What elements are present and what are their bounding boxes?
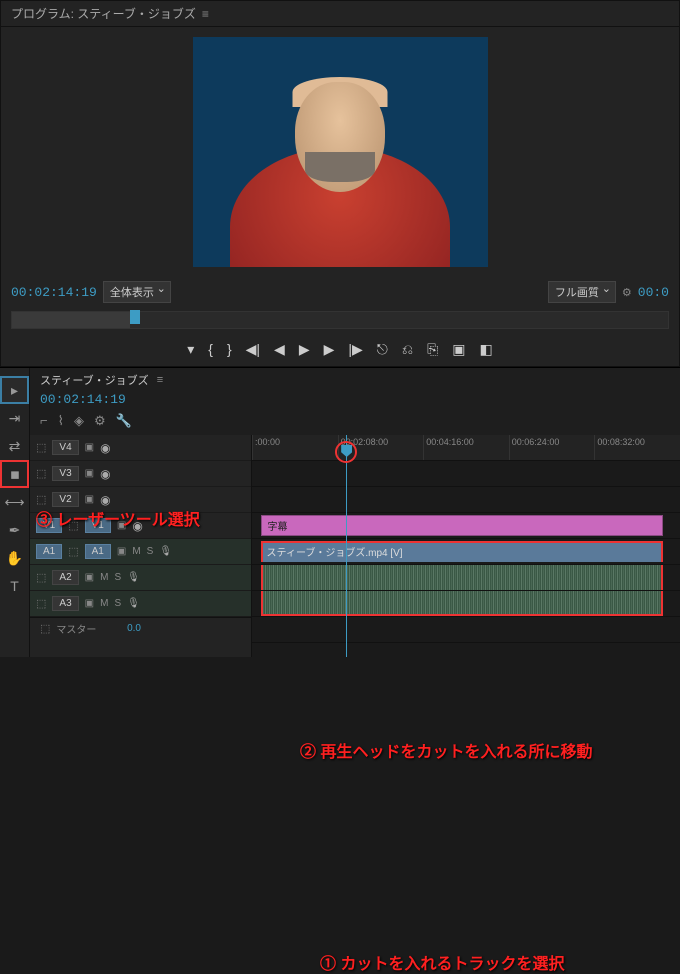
- annotation-3: ③ レーザーツール選択: [36, 506, 200, 530]
- track-header-a1[interactable]: A1 ⬚ A1 ▣ M S 🎙: [30, 539, 251, 565]
- timeline-panel-header: スティーブ・ジョブズ ≡: [30, 368, 680, 392]
- razor-tool[interactable]: ◆: [0, 460, 29, 488]
- lift-button[interactable]: ⎋: [377, 341, 388, 358]
- track-header-a2[interactable]: ⬚ A2 ▣ M S 🎙: [30, 565, 251, 591]
- audio-clip-a1[interactable]: [261, 565, 663, 590]
- tools-toolbar: ▸ ⇥ ⇄ ◆ ⟷ ✒ ✋ T: [0, 368, 30, 657]
- add-marker-button[interactable]: ▾: [187, 341, 194, 358]
- transport-controls: ▾ { } ◀| ◀ ▶ ▶ |▶ ⎋ ⎌ ⎘ ▣ ◧: [1, 333, 679, 366]
- mark-out-button[interactable]: }: [227, 341, 232, 358]
- quality-dropdown[interactable]: フル画質: [548, 281, 616, 303]
- marker-icon[interactable]: ◈: [74, 413, 84, 429]
- slip-tool[interactable]: ⟷: [0, 488, 29, 516]
- playhead[interactable]: [346, 435, 347, 657]
- annotation-2: ② 再生ヘッドをカットを入れる所に移動: [300, 738, 592, 762]
- eye-icon[interactable]: ◉: [100, 493, 110, 507]
- lock-icon[interactable]: ⬚: [36, 441, 46, 454]
- timeline-menu-icon[interactable]: ≡: [157, 374, 163, 386]
- panel-menu-icon[interactable]: ≡: [202, 7, 209, 21]
- zoom-dropdown[interactable]: 全体表示: [103, 281, 171, 303]
- program-duration: 00:0: [638, 285, 669, 300]
- toggle-output-icon[interactable]: ▣: [85, 572, 94, 583]
- toggle-output-icon[interactable]: ▣: [85, 598, 94, 609]
- solo-button[interactable]: S: [114, 572, 121, 583]
- track-header-v3[interactable]: ⬚ V3 ▣ ◉: [30, 461, 251, 487]
- annotation-1: ① カットを入れるトラックを選択: [320, 950, 564, 974]
- play-button[interactable]: ▶: [299, 341, 310, 358]
- lock-icon[interactable]: ⬚: [36, 493, 46, 506]
- track-header-a3[interactable]: ⬚ A3 ▣ M S 🎙: [30, 591, 251, 617]
- mute-button[interactable]: M: [100, 572, 108, 583]
- lock-icon[interactable]: ⬚: [68, 545, 78, 558]
- camera-button[interactable]: ▣: [452, 341, 465, 358]
- timeline-timecode[interactable]: 00:02:14:19: [40, 392, 126, 407]
- eye-icon[interactable]: ◉: [100, 441, 110, 455]
- playhead-annotation-circle: [335, 441, 357, 463]
- video-preview-area: [1, 27, 679, 277]
- master-label: マスター: [56, 621, 96, 636]
- wrench-icon[interactable]: 🔧: [116, 413, 132, 429]
- program-timecode[interactable]: 00:02:14:19: [11, 285, 97, 300]
- voiceover-icon[interactable]: 🎙: [127, 572, 140, 583]
- program-scrub-bar[interactable]: [11, 311, 669, 329]
- sequence-name: スティーブ・ジョブズ: [40, 372, 149, 388]
- goto-out-button[interactable]: |▶: [348, 341, 362, 358]
- mark-in-button[interactable]: {: [208, 341, 213, 358]
- program-title: プログラム: スティーブ・ジョブズ: [11, 5, 196, 22]
- step-forward-button[interactable]: ▶: [324, 341, 335, 358]
- export-frame-button[interactable]: ⎘: [427, 341, 438, 358]
- lock-icon[interactable]: ⬚: [36, 571, 46, 584]
- toggle-output-icon[interactable]: ▣: [85, 442, 94, 453]
- compare-button[interactable]: ◧: [480, 341, 493, 358]
- subtitle-clip[interactable]: 字幕: [261, 515, 663, 536]
- ruler-tick: :00:00: [252, 435, 338, 460]
- eye-icon[interactable]: ◉: [100, 467, 110, 481]
- source-a1[interactable]: A1: [36, 544, 62, 559]
- voiceover-icon[interactable]: 🎙: [159, 546, 172, 557]
- lock-icon[interactable]: ⬚: [36, 467, 46, 480]
- extract-button[interactable]: ⎌: [402, 341, 413, 358]
- solo-button[interactable]: S: [114, 598, 121, 609]
- toggle-output-icon[interactable]: ▣: [85, 494, 94, 505]
- step-back-button[interactable]: ◀: [274, 341, 285, 358]
- master-track: ⬚ マスター 0.0: [30, 617, 251, 639]
- program-panel-header: プログラム: スティーブ・ジョブズ ≡: [1, 1, 679, 27]
- track-select-tool[interactable]: ⇥: [0, 404, 29, 432]
- goto-in-button[interactable]: ◀|: [246, 341, 260, 358]
- program-scrub-head[interactable]: [130, 310, 140, 324]
- link-icon[interactable]: ⌇: [58, 413, 64, 429]
- solo-button[interactable]: S: [147, 546, 154, 557]
- selection-tool[interactable]: ▸: [0, 376, 29, 404]
- settings-icon[interactable]: ⚙: [94, 413, 106, 429]
- snap-icon[interactable]: ⌐: [40, 413, 48, 429]
- video-clip[interactable]: スティーブ・ジョブズ.mp4 [V]: [261, 541, 663, 562]
- lock-icon[interactable]: ⬚: [36, 597, 46, 610]
- video-frame[interactable]: [193, 37, 488, 267]
- lock-icon[interactable]: ⬚: [40, 622, 50, 635]
- voiceover-icon[interactable]: 🎙: [127, 598, 140, 609]
- mute-button[interactable]: M: [132, 546, 140, 557]
- master-value[interactable]: 0.0: [127, 623, 141, 634]
- ruler-tick: 00:08:32:00: [594, 435, 680, 460]
- hand-tool[interactable]: ✋: [0, 544, 29, 572]
- timeline-ruler[interactable]: :00:00 00:02:08:00 00:04:16:00 00:06:24:…: [252, 435, 680, 461]
- settings-icon[interactable]: ⚙: [622, 286, 632, 299]
- pen-tool[interactable]: ✒: [0, 516, 29, 544]
- audio-clip-a2[interactable]: [261, 591, 663, 616]
- track-header-v4[interactable]: ⬚ V4 ▣ ◉: [30, 435, 251, 461]
- toggle-output-icon[interactable]: ▣: [117, 546, 126, 557]
- mute-button[interactable]: M: [100, 598, 108, 609]
- type-tool[interactable]: T: [0, 572, 29, 600]
- ruler-tick: 00:06:24:00: [509, 435, 595, 460]
- ripple-tool[interactable]: ⇄: [0, 432, 29, 460]
- toggle-output-icon[interactable]: ▣: [85, 468, 94, 479]
- ruler-tick: 00:04:16:00: [423, 435, 509, 460]
